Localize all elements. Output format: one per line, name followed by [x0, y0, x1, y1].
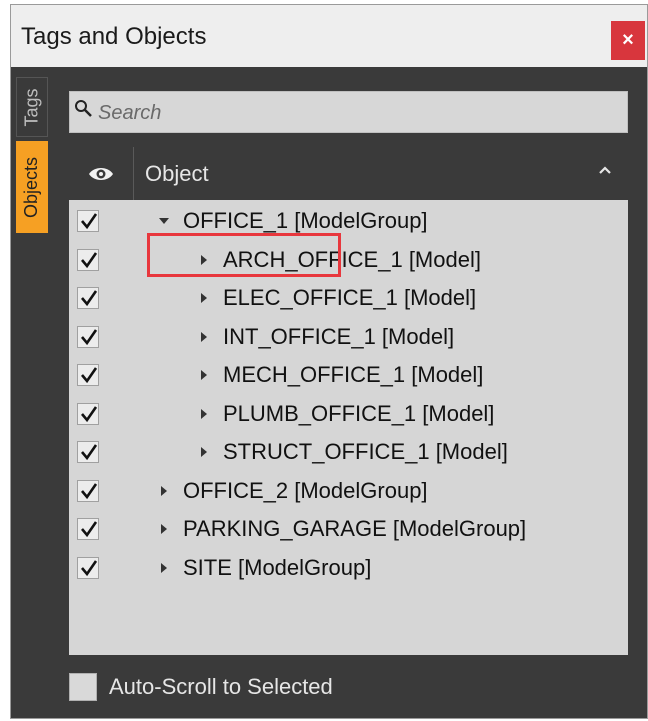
tree-row-label: INT_OFFICE_1 [Model] — [223, 323, 455, 349]
check-icon — [81, 367, 98, 384]
tree-row-label: PARKING_GARAGE [ModelGroup] — [183, 516, 527, 541]
tab-objects-label: Objects — [21, 156, 42, 218]
auto-scroll-checkbox[interactable] — [69, 673, 97, 701]
check-icon — [81, 328, 98, 345]
visibility-checkbox[interactable] — [77, 518, 99, 540]
tree-row[interactable]: PARKING_GARAGE [ModelGroup] — [69, 510, 628, 549]
tab-tags[interactable]: Tags — [16, 77, 48, 137]
tree-row[interactable]: OFFICE_1 [ModelGroup] — [69, 202, 628, 241]
eye-icon — [89, 167, 113, 180]
tree-row[interactable]: ELEC_OFFICE_1 [Model] — [69, 279, 628, 318]
visibility-checkbox[interactable] — [77, 364, 99, 386]
visibility-checkbox[interactable] — [77, 248, 99, 271]
tags-and-objects-window: Tags and Objects × Tags Objects Search O… — [10, 4, 648, 719]
tree-row-label: ELEC_OFFICE_1 [Model] — [223, 285, 477, 310]
object-column-header[interactable]: Object — [145, 161, 209, 187]
tree-row[interactable]: ARCH_OFFICE_1 [Model] — [69, 241, 628, 280]
expand-triangle-icon[interactable] — [197, 445, 211, 459]
expand-triangle-icon[interactable] — [197, 407, 211, 421]
tree-row-label: OFFICE_1 [ModelGroup] — [183, 208, 428, 233]
object-tree: Object OFFICE_1 [ModelGroup] ARCH_OFFICE_… — [69, 147, 628, 655]
collapse-triangle-icon[interactable] — [157, 214, 171, 228]
auto-scroll-label: Auto-Scroll to Selected — [109, 674, 333, 699]
search-icon — [75, 100, 92, 117]
expand-triangle-icon[interactable] — [157, 484, 171, 498]
visibility-checkbox[interactable] — [77, 325, 99, 348]
check-icon — [81, 559, 98, 576]
title-bar: Tags and Objects × — [11, 5, 647, 67]
visibility-checkbox[interactable] — [77, 479, 99, 502]
visibility-checkbox[interactable] — [77, 210, 99, 232]
check-icon — [81, 405, 98, 422]
tree-row[interactable]: STRUCT_OFFICE_1 [Model] — [69, 433, 628, 472]
tree-row-label: STRUCT_OFFICE_1 [Model] — [223, 439, 508, 464]
tree-header: Object — [69, 147, 628, 200]
tree-row-label: OFFICE_2 [ModelGroup] — [183, 477, 428, 503]
tab-objects[interactable]: Objects — [16, 141, 48, 233]
tree-row-label: MECH_OFFICE_1 [Model] — [223, 362, 484, 387]
check-icon — [81, 213, 98, 230]
close-button[interactable]: × — [611, 21, 645, 60]
tree-row[interactable]: PLUMB_OFFICE_1 [Model] — [69, 395, 628, 434]
expand-triangle-icon[interactable] — [157, 561, 171, 575]
tree-row[interactable]: OFFICE_2 [ModelGroup] — [69, 472, 628, 511]
expand-triangle-icon[interactable] — [197, 330, 211, 344]
tree-row-label: SITE [ModelGroup] — [183, 554, 372, 580]
tree-row-label: PLUMB_OFFICE_1 [Model] — [223, 400, 495, 426]
tab-tags-label: Tags — [21, 87, 42, 127]
check-icon — [81, 290, 98, 307]
visibility-checkbox[interactable] — [77, 556, 99, 579]
search-box — [69, 91, 628, 133]
tree-rows: OFFICE_1 [ModelGroup] ARCH_OFFICE_1 [Mode… — [69, 202, 628, 587]
expand-triangle-icon[interactable] — [197, 368, 211, 382]
visibility-checkbox[interactable] — [77, 287, 99, 309]
tree-row[interactable]: SITE [ModelGroup] — [69, 549, 628, 588]
search-input[interactable] — [96, 96, 620, 130]
visibility-column-header[interactable] — [69, 147, 134, 200]
window-title: Tags and Objects — [21, 23, 207, 50]
expand-triangle-icon[interactable] — [197, 291, 211, 305]
tree-row[interactable]: INT_OFFICE_1 [Model] — [69, 318, 628, 357]
panel-body: Tags Objects Object — [11, 67, 647, 718]
visibility-checkbox[interactable] — [77, 402, 99, 425]
visibility-checkbox[interactable] — [77, 441, 99, 463]
tree-row-label: ARCH_OFFICE_1 [Model] — [223, 246, 481, 272]
check-icon — [81, 482, 98, 499]
expand-triangle-icon[interactable] — [197, 253, 211, 267]
chevron-up-icon[interactable] — [598, 165, 612, 175]
check-icon — [81, 251, 98, 268]
check-icon — [81, 444, 98, 461]
check-icon — [81, 521, 98, 538]
expand-triangle-icon[interactable] — [157, 522, 171, 536]
tree-row[interactable]: MECH_OFFICE_1 [Model] — [69, 356, 628, 395]
